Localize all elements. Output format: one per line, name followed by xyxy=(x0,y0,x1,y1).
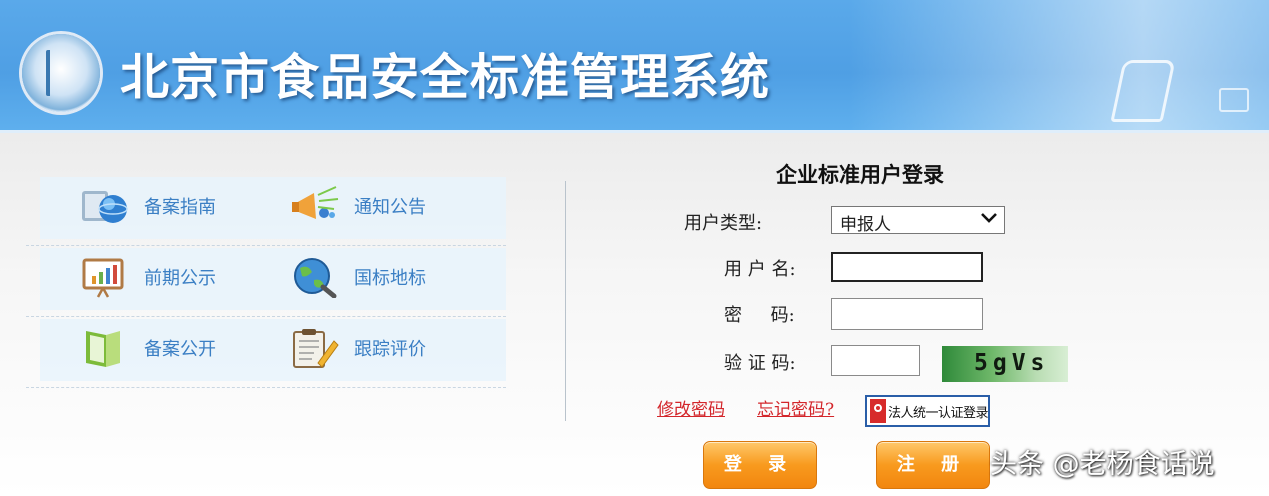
change-password-link[interactable]: 修改密码 xyxy=(657,395,725,420)
user-type-label: 用户类型: xyxy=(684,213,763,234)
login-title: 企业标准用户登录 xyxy=(776,162,944,187)
menu-item-label: 备案指南 xyxy=(144,197,216,218)
menu-divider xyxy=(26,316,506,317)
password-label: 密 码: xyxy=(724,305,795,326)
menu-item-label: 跟踪评价 xyxy=(354,339,426,360)
chart-board-icon xyxy=(80,256,130,298)
user-type-value: 申报人 xyxy=(840,215,891,235)
menu-item-label: 前期公示 xyxy=(144,268,216,289)
legal-person-certificate-icon xyxy=(870,399,886,423)
password-field[interactable] xyxy=(831,298,983,330)
username-label: 用 户 名: xyxy=(724,259,796,280)
clipboard-pen-icon xyxy=(290,327,340,369)
register-button[interactable]: 注 册 xyxy=(876,441,990,489)
megaphone-icon xyxy=(290,185,340,227)
login-button[interactable]: 登 录 xyxy=(703,441,817,489)
forgot-password-link[interactable]: 忘记密码? xyxy=(757,395,834,420)
menu-divider xyxy=(26,245,506,246)
vertical-divider xyxy=(565,181,566,421)
menu-item-label: 国标地标 xyxy=(354,268,426,289)
header-glow xyxy=(849,0,1269,133)
chevron-down-icon xyxy=(980,209,998,232)
captcha-label: 验 证 码: xyxy=(724,353,796,374)
captcha-text: 5gVs xyxy=(974,350,1050,376)
user-type-select[interactable]: 申报人 xyxy=(831,206,1005,235)
watermark-text: 头条 @老杨食话说 xyxy=(990,449,1215,480)
menu-item-label: 备案公开 xyxy=(144,339,216,360)
globe-magnifier-icon xyxy=(290,256,340,299)
captcha-image[interactable]: 5gVs xyxy=(942,346,1068,382)
menu-item-tracking-evaluation[interactable]: 跟踪评价 xyxy=(290,327,426,369)
menu-item-filing-guide[interactable]: 备案指南 xyxy=(80,185,216,227)
globe-document-icon xyxy=(80,185,130,227)
legal-person-login-button[interactable]: 法人统一认证登录 xyxy=(865,395,990,427)
food-safety-emblem-icon xyxy=(22,34,100,112)
header-banner: 北京市食品安全标准管理系统 xyxy=(0,0,1269,133)
monitor-decoration-icon xyxy=(1219,88,1249,112)
quick-menu: 备案指南 通知公告 前期公示 国标地标 备案公开 跟踪评价 xyxy=(26,177,506,388)
menu-item-announcements[interactable]: 通知公告 xyxy=(290,185,426,227)
open-folder-icon xyxy=(80,327,130,369)
menu-item-national-local-standards[interactable]: 国标地标 xyxy=(290,256,426,299)
menu-item-preliminary-publicity[interactable]: 前期公示 xyxy=(80,256,216,298)
captcha-field[interactable] xyxy=(831,345,920,376)
menu-divider xyxy=(26,387,506,388)
menu-item-filing-disclosure[interactable]: 备案公开 xyxy=(80,327,216,369)
menu-item-label: 通知公告 xyxy=(354,197,426,218)
legal-person-login-label: 法人统一认证登录 xyxy=(887,405,989,421)
system-title: 北京市食品安全标准管理系统 xyxy=(120,49,771,106)
username-field[interactable] xyxy=(831,252,983,282)
